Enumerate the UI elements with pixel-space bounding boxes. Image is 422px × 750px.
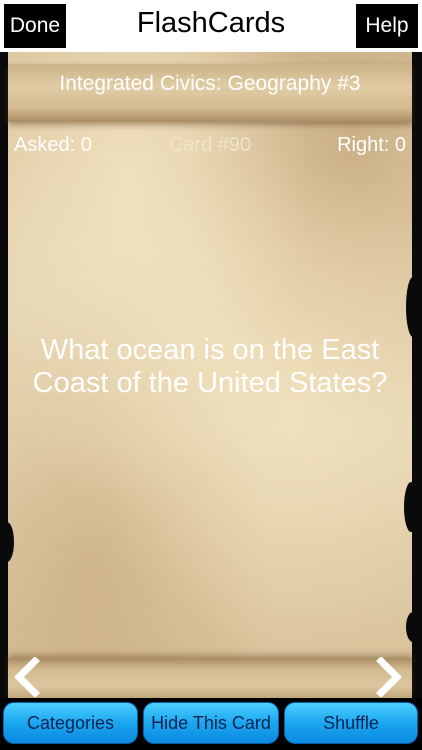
chevron-left-icon	[14, 657, 40, 697]
card-area: Integrated Civics: Geography #3 Card #90…	[0, 52, 422, 698]
bottom-toolbar: Categories Hide This Card Shuffle	[0, 698, 422, 750]
done-button[interactable]: Done	[4, 4, 66, 48]
previous-card-button[interactable]	[8, 656, 44, 698]
top-navbar: Done FlashCards Help	[0, 0, 422, 52]
hide-card-button[interactable]: Hide This Card	[143, 702, 279, 744]
next-card-button[interactable]	[372, 656, 408, 698]
burnt-edge-right	[406, 612, 420, 642]
right-count: Right: 0	[337, 134, 406, 156]
flashcards-app: Done FlashCards Help Integrated Civics: …	[0, 0, 422, 750]
asked-count: Asked: 0	[14, 134, 92, 156]
chevron-right-icon	[376, 657, 402, 697]
deck-title: Integrated Civics: Geography #3	[59, 72, 361, 95]
parchment-card[interactable]: Integrated Civics: Geography #3 Card #90…	[0, 52, 420, 698]
shuffle-button[interactable]: Shuffle	[284, 702, 418, 744]
question-text: What ocean is on the East Coast of the U…	[32, 334, 388, 399]
categories-button[interactable]: Categories	[3, 702, 138, 744]
help-button[interactable]: Help	[356, 4, 418, 48]
burnt-edge-right	[404, 482, 418, 532]
page-title: FlashCards	[136, 6, 286, 39]
burnt-edge-left	[0, 522, 14, 562]
card-stats: Card #90 Asked: 0 Right: 0	[8, 134, 412, 160]
burnt-edge-right	[406, 277, 420, 337]
scroll-roll-bottom	[8, 658, 412, 698]
